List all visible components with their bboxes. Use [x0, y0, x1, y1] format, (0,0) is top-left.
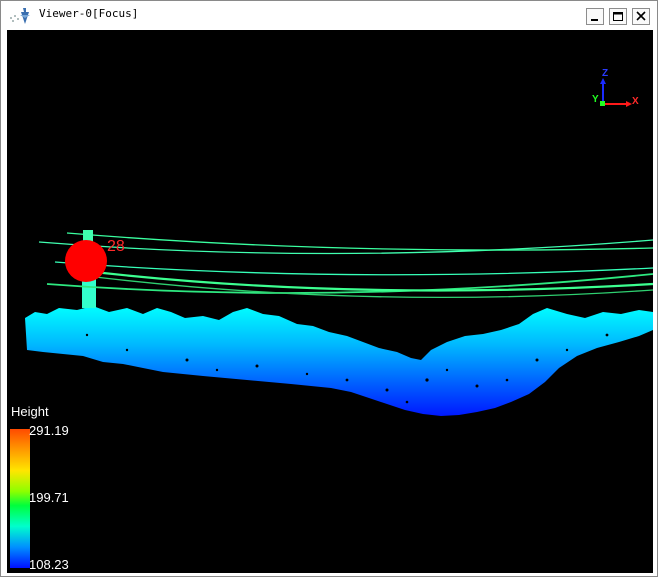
marker-label: 28: [107, 238, 125, 255]
close-icon: [636, 11, 646, 21]
marker-point[interactable]: [65, 240, 107, 282]
app-icon: [10, 8, 30, 24]
axis-z-label: Z: [602, 68, 609, 79]
point-cloud-viewport[interactable]: 28 Z Y X Height 291.19 199.71 108.23: [7, 30, 653, 573]
legend-title: Height: [11, 404, 49, 419]
ground-point-cloud: [25, 306, 653, 416]
legend-max-value: 291.19: [29, 423, 69, 438]
power-lines: [38, 232, 653, 299]
window-title: Viewer-0[Focus]: [39, 7, 139, 20]
point-cloud-scene: [25, 230, 653, 416]
title-bar[interactable]: Viewer-0[Focus]: [1, 1, 657, 29]
legend-min-value: 108.23: [29, 557, 69, 572]
minimize-button[interactable]: [586, 8, 604, 25]
maximize-button[interactable]: [609, 8, 627, 25]
axis-gizmo: Z Y X: [592, 68, 642, 112]
tower-base: [82, 278, 96, 308]
legend-mid-value: 199.71: [29, 490, 69, 505]
height-colorbar: [10, 429, 30, 568]
close-button[interactable]: [632, 8, 650, 25]
maximize-icon: [613, 12, 623, 21]
axis-y-label: Y: [592, 94, 599, 105]
axis-x-label: X: [632, 96, 639, 107]
minimize-icon: [591, 19, 598, 21]
viewer-window: Viewer-0[Focus] 28 Z Y X Height 291.19 1…: [0, 0, 658, 577]
